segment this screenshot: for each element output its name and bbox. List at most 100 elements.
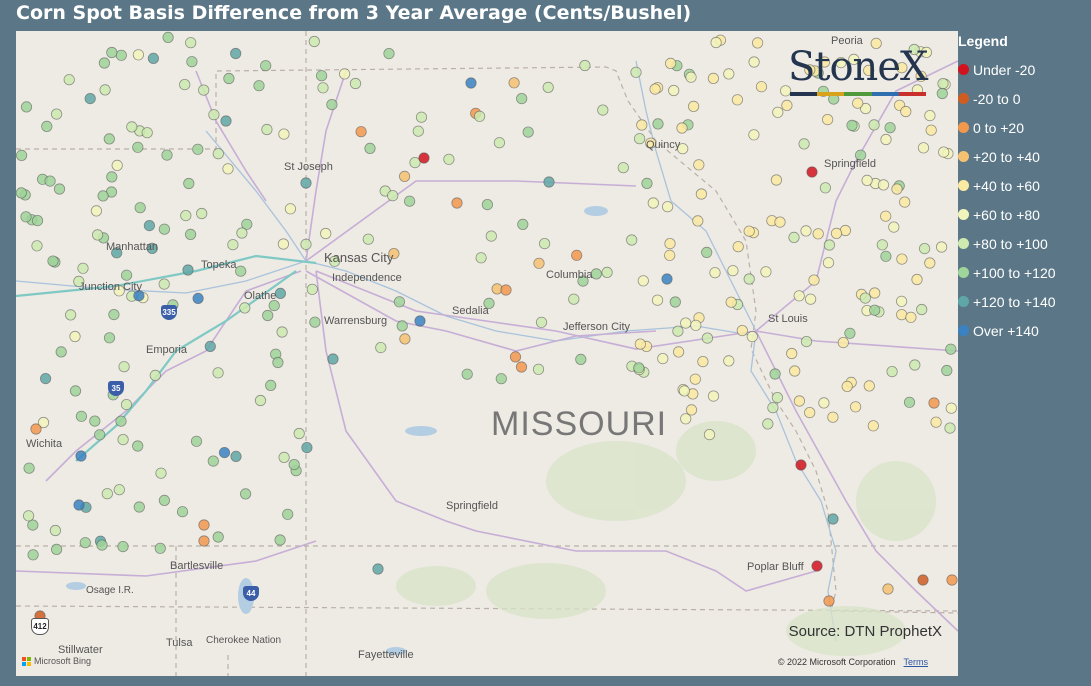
elevator-point[interactable] [118,361,130,373]
elevator-point[interactable] [23,462,35,474]
elevator-point[interactable] [767,402,779,414]
elevator-point[interactable] [664,57,677,70]
elevator-point[interactable] [212,531,224,543]
elevator-point[interactable] [649,83,661,95]
elevator-point[interactable] [945,402,957,414]
elevator-point[interactable] [657,352,669,365]
elevator-point[interactable] [412,125,424,137]
elevator-point[interactable] [73,499,85,511]
elevator-point[interactable] [113,484,125,496]
elevator-point[interactable] [755,81,768,93]
elevator-point[interactable] [196,207,208,220]
elevator-point[interactable] [485,230,497,242]
elevator-point[interactable] [64,309,77,321]
elevator-point[interactable] [634,338,646,350]
elevator-point[interactable] [697,355,709,368]
elevator-point[interactable] [725,296,737,308]
elevator-point[interactable] [928,397,940,409]
elevator-point[interactable] [415,111,428,123]
elevator-point[interactable] [690,319,702,331]
elevator-point[interactable] [143,220,155,232]
elevator-point[interactable] [891,183,903,195]
elevator-point[interactable] [300,238,312,250]
legend-item[interactable]: -20 to 0 [958,84,1091,113]
elevator-point[interactable] [937,77,949,90]
elevator-point[interactable] [185,228,197,240]
elevator-point[interactable] [917,574,929,586]
legend-item[interactable]: +100 to +120 [958,258,1091,287]
elevator-point[interactable] [917,142,930,154]
elevator-point[interactable] [542,81,554,94]
elevator-point[interactable] [669,296,681,308]
elevator-point[interactable] [808,274,820,286]
elevator-point[interactable] [896,253,908,265]
elevator-point[interactable] [804,406,816,419]
elevator-point[interactable] [223,72,235,85]
elevator-point[interactable] [132,440,144,452]
elevator-point[interactable] [372,563,384,575]
elevator-point[interactable] [543,176,555,188]
elevator-point[interactable] [781,99,793,112]
elevator-point[interactable] [461,368,473,380]
elevator-point[interactable] [804,293,817,305]
elevator-point[interactable] [911,273,923,286]
elevator-point[interactable] [935,241,948,253]
elevator-point[interactable] [236,227,248,239]
elevator-point[interactable] [668,84,680,97]
elevator-point[interactable] [182,264,194,276]
elevator-point[interactable] [103,332,116,344]
elevator-point[interactable] [680,413,692,425]
elevator-point[interactable] [509,351,522,363]
elevator-point[interactable] [253,80,265,92]
elevator-point[interactable] [568,293,580,305]
elevator-point[interactable] [220,115,232,127]
elevator-point[interactable] [75,450,87,462]
elevator-point[interactable] [239,302,251,314]
elevator-point[interactable] [198,84,210,96]
elevator-point[interactable] [75,410,88,422]
legend-item[interactable]: +60 to +80 [958,200,1091,229]
elevator-point[interactable] [96,539,108,551]
elevator-point[interactable] [827,513,839,525]
elevator-point[interactable] [672,346,685,358]
elevator-point[interactable] [575,353,587,365]
elevator-point[interactable] [762,418,774,430]
elevator-point[interactable] [27,549,39,561]
elevator-point[interactable] [308,35,320,48]
elevator-point[interactable] [94,429,106,441]
elevator-point[interactable] [180,210,192,222]
elevator-point[interactable] [876,239,888,251]
elevator-point[interactable] [880,210,892,222]
elevator-point[interactable] [770,174,783,186]
elevator-point[interactable] [685,71,697,83]
elevator-point[interactable] [664,249,676,261]
elevator-point[interactable] [896,309,908,321]
elevator-point[interactable] [111,159,123,171]
elevator-point[interactable] [77,262,89,274]
elevator-point[interactable] [710,36,722,49]
elevator-point[interactable] [208,109,220,121]
elevator-point[interactable] [849,401,862,413]
elevator-point[interactable] [185,37,197,49]
elevator-point[interactable] [597,104,609,116]
elevator-point[interactable] [69,330,81,343]
elevator-point[interactable] [50,108,63,120]
elevator-point[interactable] [327,353,339,365]
elevator-point[interactable] [930,416,942,428]
elevator-point[interactable] [532,363,545,375]
elevator-point[interactable] [227,239,239,251]
elevator-point[interactable] [53,183,66,195]
elevator-point[interactable] [905,311,917,323]
elevator-point[interactable] [121,269,133,281]
elevator-point[interactable] [41,120,53,133]
elevator-point[interactable] [355,126,367,138]
elevator-point[interactable] [869,287,881,299]
elevator-point[interactable] [158,494,170,506]
elevator-point[interactable] [637,275,649,287]
elevator-point[interactable] [31,215,44,227]
elevator-point[interactable] [27,519,39,531]
elevator-point[interactable] [117,540,129,553]
elevator-point[interactable] [162,31,174,43]
elevator-point[interactable] [903,396,916,408]
elevator-point[interactable] [678,385,691,397]
